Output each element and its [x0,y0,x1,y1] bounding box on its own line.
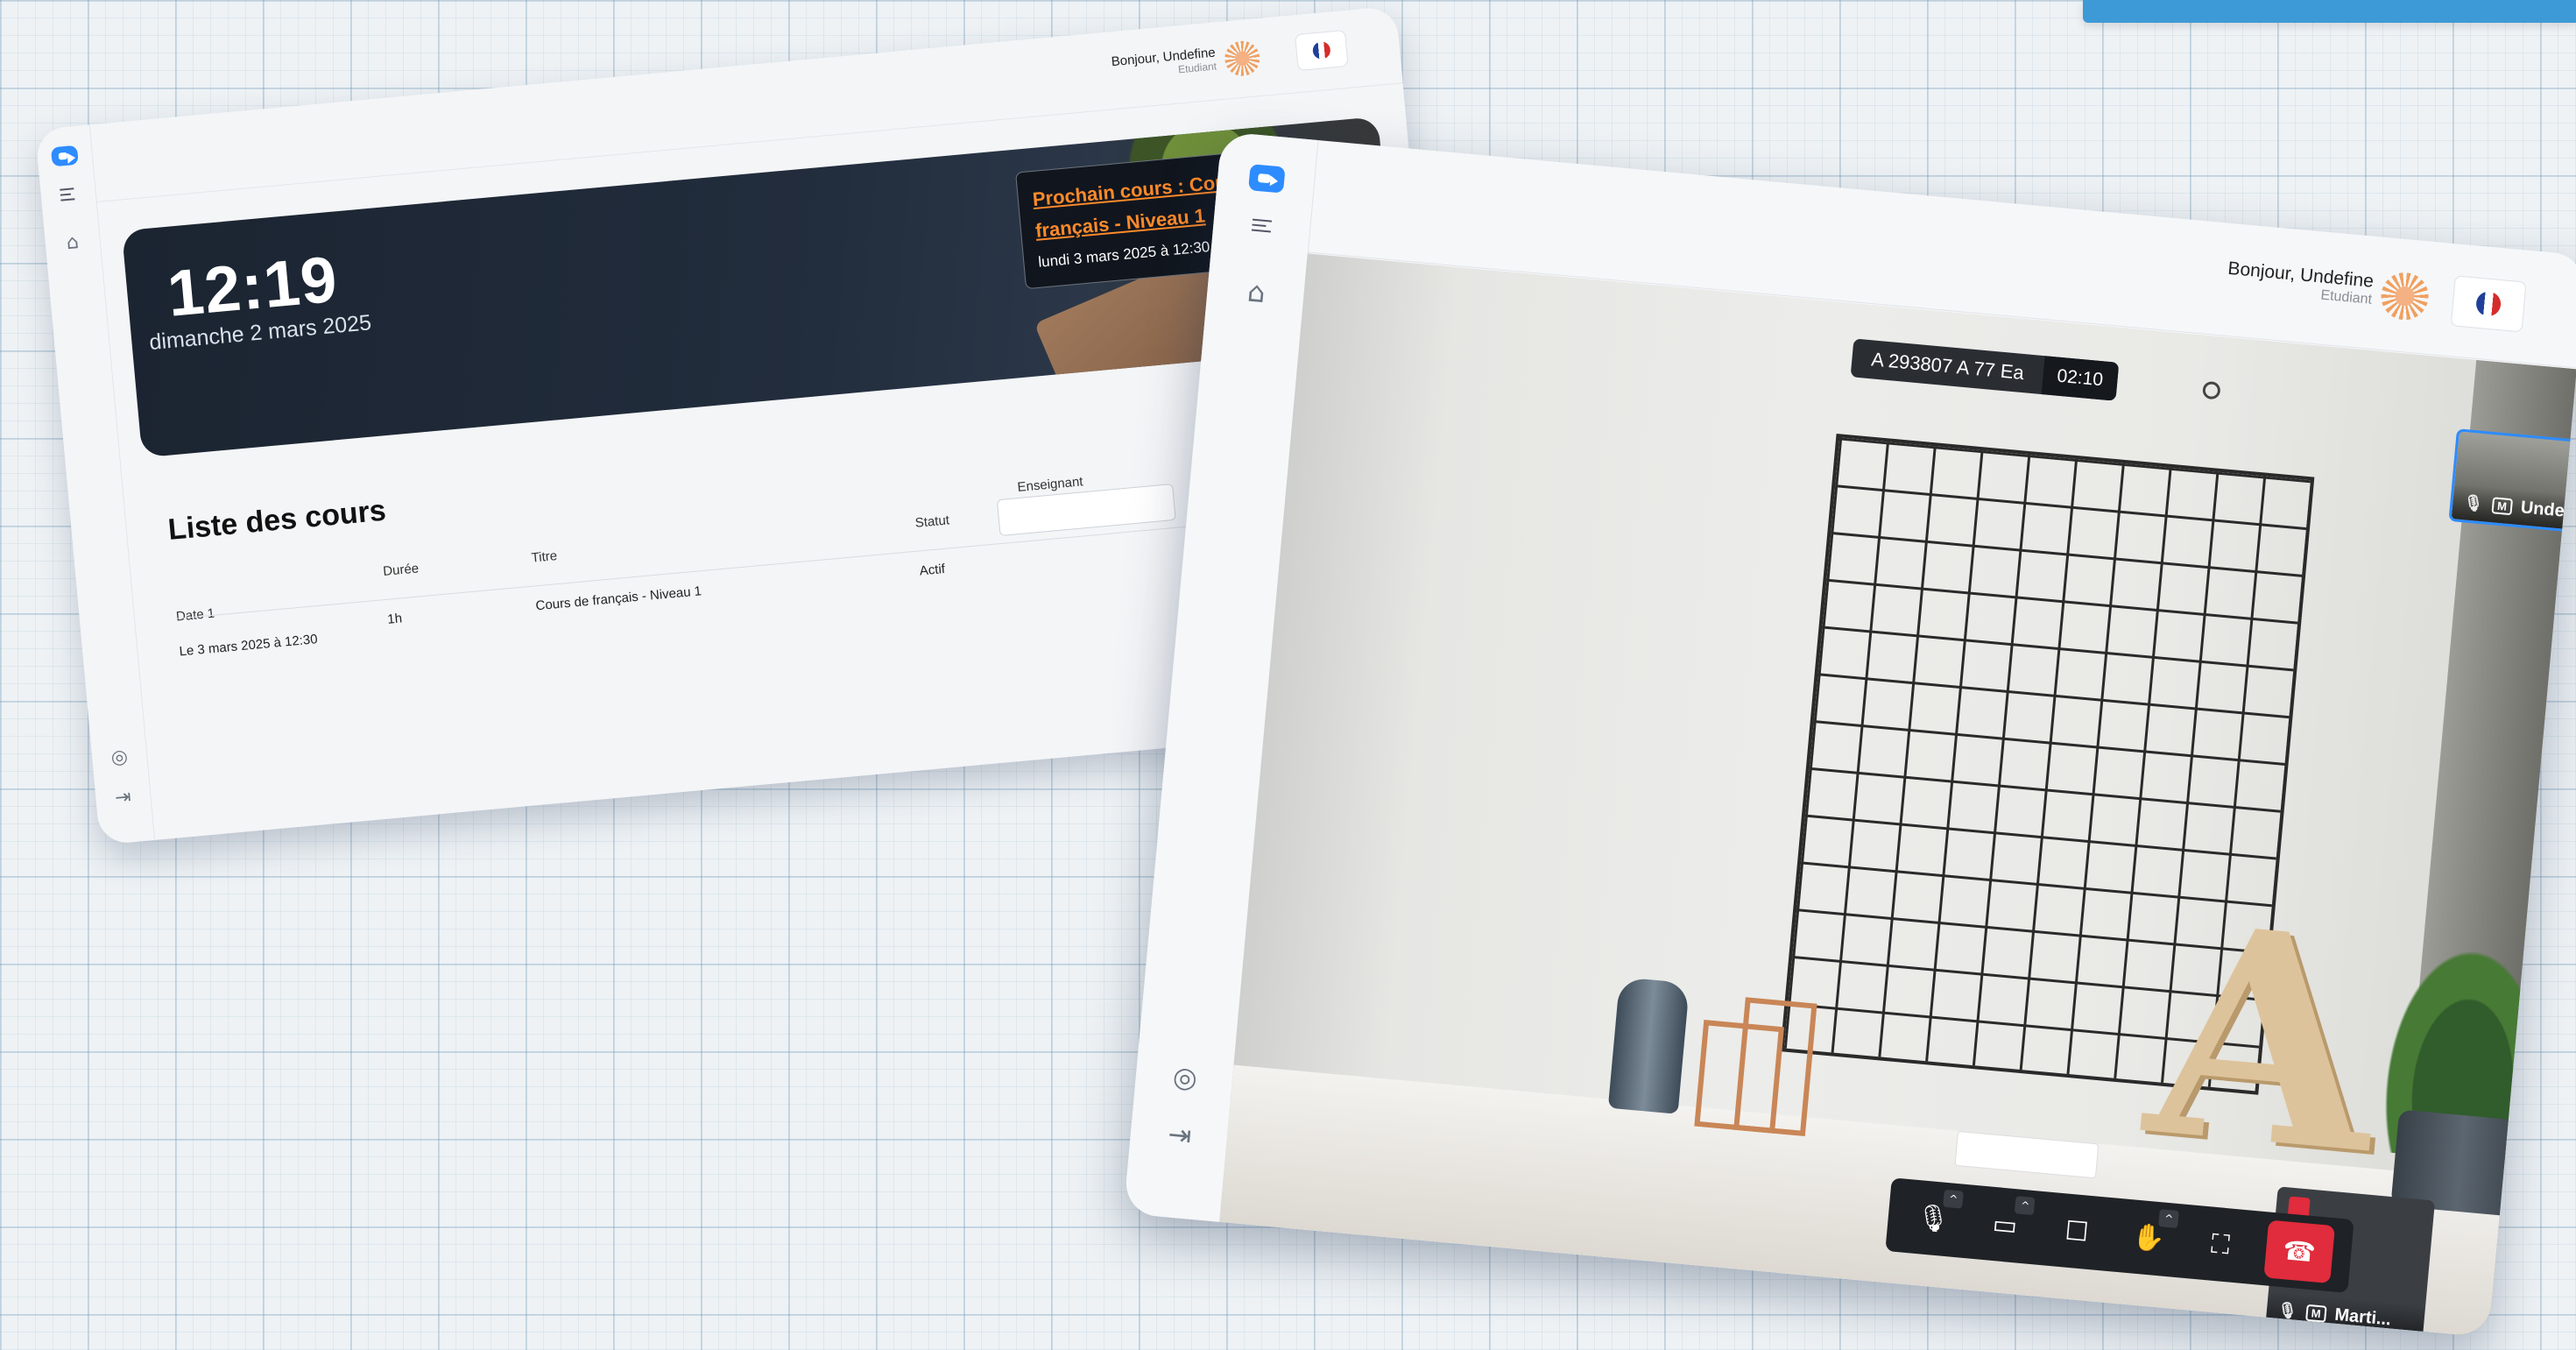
connection-quality-icon[interactable] [2201,380,2221,400]
avatar[interactable] [2379,270,2431,322]
user-greeting: Bonjour, Undefine Etudiant [2226,258,2375,308]
raise-hand-icon[interactable]: ✋ ^ [2120,1209,2179,1266]
table-divider [176,522,1224,619]
logout-icon[interactable]: ⇥ [109,786,137,810]
course-list-title: Liste des cours [166,493,388,548]
user-icon[interactable]: ◎ [105,746,133,770]
row-titre[interactable]: Cours de français - Niveau 1 [535,583,702,613]
user-greeting: Bonjour, Undefine Etudiant [1111,46,1217,82]
background-window-edge [2083,0,2576,23]
french-flag-icon [2474,290,2502,318]
remote-tile-name: Marti... [2333,1304,2392,1330]
row-date: Le 3 mars 2025 à 12:30 [178,632,319,660]
camera-options-caret[interactable]: ^ [2015,1196,2036,1216]
language-button[interactable] [2450,275,2527,333]
meeting-info: A 293807 A 77 Ea 02:10 [1850,338,2119,401]
menu-icon[interactable] [60,187,75,204]
avatar[interactable] [1223,39,1262,78]
meeting-id: A 293807 A 77 Ea [1870,348,2025,385]
self-video-tile[interactable]: 🎙 M Undef... [2448,428,2576,535]
moderator-badge: M [2491,496,2513,515]
column-titre[interactable]: Titre [531,548,558,566]
mic-options-caret[interactable]: ^ [1943,1189,1964,1209]
hang-up-icon[interactable]: ☎ [2263,1219,2335,1284]
self-tile-name: Undef... [2519,497,2576,523]
logout-icon[interactable]: ⇥ [1161,1117,1198,1153]
language-button[interactable] [1295,29,1349,72]
column-statut[interactable]: Statut [914,512,950,530]
camera-icon[interactable]: ▭ ^ [1976,1196,2036,1254]
row-statut: Actif [919,561,946,579]
mic-off-icon[interactable]: 🎙 ^ [1904,1189,1964,1247]
column-duree[interactable]: Durée [383,561,420,579]
video-logo-icon [1248,164,1286,194]
user-icon[interactable]: ◎ [1166,1059,1203,1095]
row-duree: 1h [386,611,403,627]
menu-icon[interactable] [1251,218,1273,237]
chat-icon[interactable]: ☐ [2048,1203,2105,1260]
home-icon[interactable]: ⌂ [1238,274,1275,310]
video-call-window: ⌂ ◎ ⇥ Bonjour, Undefine Etudiant A A 293… [1123,131,2576,1338]
home-icon[interactable]: ⌂ [59,230,87,255]
mic-off-icon: 🎙 [2462,492,2485,513]
video-logo-icon [50,145,79,167]
french-flag-icon [1311,40,1331,60]
reactions-caret[interactable]: ^ [2158,1209,2179,1229]
main-video-stage[interactable]: A A 293807 A 77 Ea 02:10 🎙 M Undef... 🎙 … [1219,253,2576,1338]
mic-off-icon: 🎙 [2276,1300,2298,1321]
call-timer: 02:10 [2041,356,2119,401]
moderator-badge: M [2304,1304,2327,1323]
fullscreen-icon[interactable]: ⛶ [2191,1216,2248,1273]
